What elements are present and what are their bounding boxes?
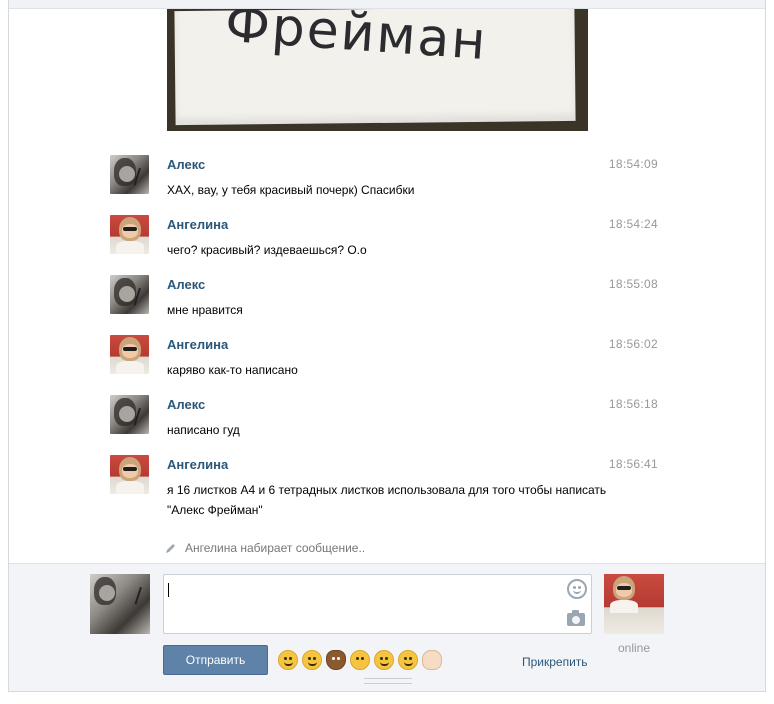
- peer-status: online: [617, 641, 651, 655]
- attached-photo[interactable]: Фрейман: [167, 9, 588, 131]
- message-text: каряво как-то написано: [167, 363, 298, 377]
- deer-icon[interactable]: [326, 650, 346, 670]
- message-time[interactable]: 18:54:24: [609, 217, 658, 231]
- message-avatar[interactable]: [110, 335, 149, 374]
- message-avatar[interactable]: [110, 455, 149, 494]
- message-time[interactable]: 18:55:08: [609, 277, 658, 291]
- emoji-bar: [278, 650, 442, 670]
- message-input[interactable]: [163, 574, 592, 634]
- message-author[interactable]: Алекс: [167, 277, 205, 292]
- kissing-face-icon[interactable]: [350, 650, 370, 670]
- message-text: мне нравится: [167, 303, 243, 317]
- winking-face-icon[interactable]: [302, 650, 322, 670]
- message-time[interactable]: 18:56:02: [609, 337, 658, 351]
- message-author[interactable]: Алекс: [167, 157, 205, 172]
- resize-handle[interactable]: [364, 678, 412, 684]
- smiley-icon[interactable]: [567, 579, 587, 599]
- peer-avatar[interactable]: [604, 574, 664, 634]
- message-text: написано гуд: [167, 423, 240, 437]
- message-text: чего? красивый? издеваешься? О.о: [167, 243, 367, 257]
- message-avatar[interactable]: [110, 215, 149, 254]
- message-time[interactable]: 18:56:41: [609, 457, 658, 471]
- composer: online Отправить Прикрепить: [9, 563, 765, 691]
- my-avatar[interactable]: [90, 574, 150, 634]
- camera-icon[interactable]: [567, 610, 585, 626]
- smiling-face-icon[interactable]: [374, 650, 394, 670]
- message-text: я 16 листков А4 и 6 тетрадных листков ис…: [167, 483, 607, 517]
- typing-text: Ангелина набирает сообщение..: [185, 541, 366, 555]
- message-avatar[interactable]: [110, 155, 149, 194]
- ok-hand-icon[interactable]: [422, 650, 442, 670]
- message-author[interactable]: Ангелина: [167, 337, 228, 352]
- relieved-face-icon[interactable]: [398, 650, 418, 670]
- message-author[interactable]: Алекс: [167, 397, 205, 412]
- attach-link[interactable]: Прикрепить: [522, 655, 588, 669]
- text-cursor: [168, 583, 169, 597]
- message-author[interactable]: Ангелина: [167, 217, 228, 232]
- message-avatar[interactable]: [110, 275, 149, 314]
- top-border: [9, 0, 765, 9]
- laughing-face-icon[interactable]: [278, 650, 298, 670]
- message-avatar[interactable]: [110, 395, 149, 434]
- message-author[interactable]: Ангелина: [167, 457, 228, 472]
- typing-indicator: Ангелина набирает сообщение..: [165, 540, 365, 555]
- message-text: ХАХ, вау, у тебя красивый почерк) Спасиб…: [167, 183, 415, 197]
- pencil-icon: [165, 542, 177, 554]
- chat-window: Фрейман Алекс 18:54:09 ХАХ, вау, у тебя кр…: [8, 0, 766, 692]
- send-button[interactable]: Отправить: [163, 645, 268, 675]
- message-time[interactable]: 18:54:09: [609, 157, 658, 171]
- message-time[interactable]: 18:56:18: [609, 397, 658, 411]
